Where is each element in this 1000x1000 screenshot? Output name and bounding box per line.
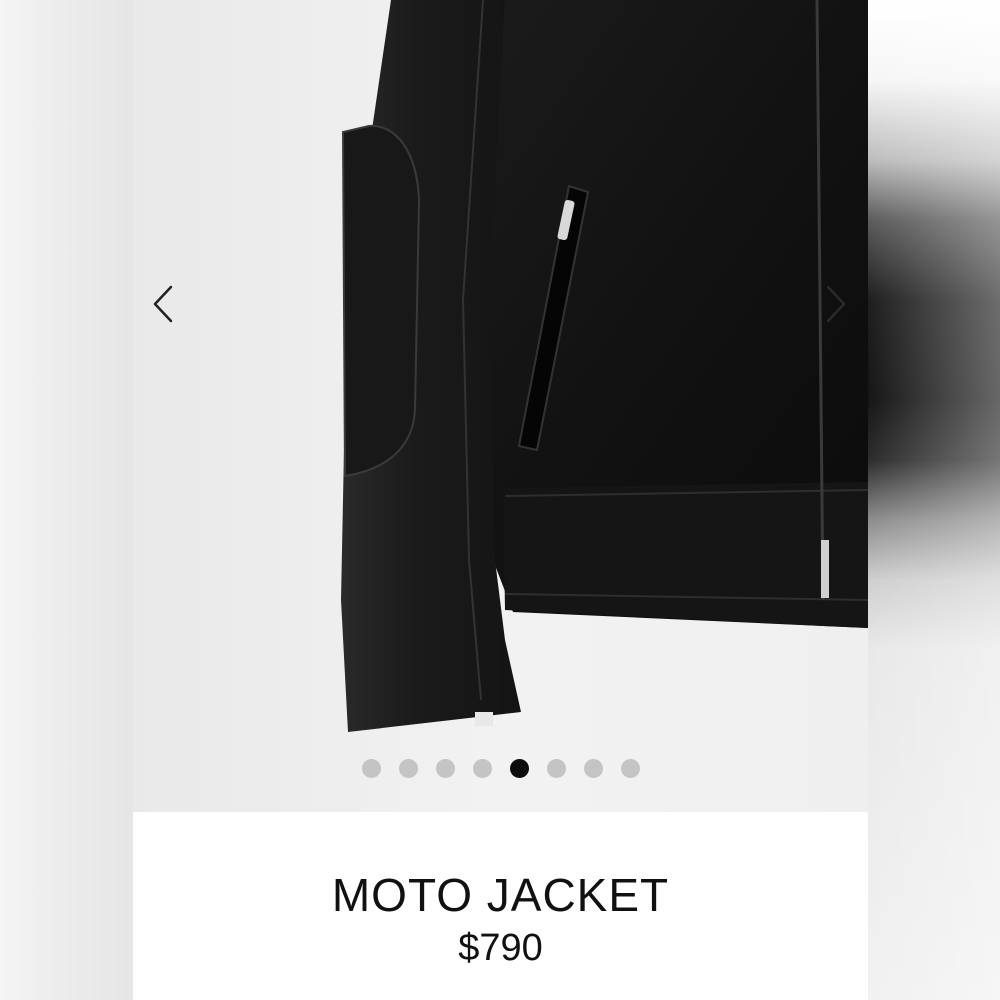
product-page: MOTO JACKET $790 (133, 0, 868, 1000)
carousel-dot[interactable] (472, 759, 492, 778)
carousel-dot[interactable] (398, 759, 418, 778)
carousel-dot[interactable] (583, 759, 603, 778)
carousel-dot[interactable] (361, 759, 381, 778)
carousel-dot[interactable] (546, 759, 566, 778)
carousel-dot[interactable] (509, 759, 529, 778)
product-price: $790 (458, 927, 543, 969)
chevron-right-icon (826, 285, 846, 323)
carousel-dot[interactable] (620, 759, 640, 778)
carousel-dot[interactable] (435, 759, 455, 778)
product-title: MOTO JACKET (331, 869, 670, 921)
background-blur-right (868, 0, 1000, 1000)
background-blur-left (0, 0, 133, 1000)
chevron-left-icon (153, 285, 173, 323)
previous-image-button[interactable] (143, 282, 183, 326)
product-image (133, 0, 868, 812)
product-info: MOTO JACKET $790 (133, 812, 868, 1000)
carousel-pagination (133, 759, 868, 778)
next-image-button[interactable] (816, 282, 856, 326)
image-carousel[interactable] (133, 0, 868, 812)
